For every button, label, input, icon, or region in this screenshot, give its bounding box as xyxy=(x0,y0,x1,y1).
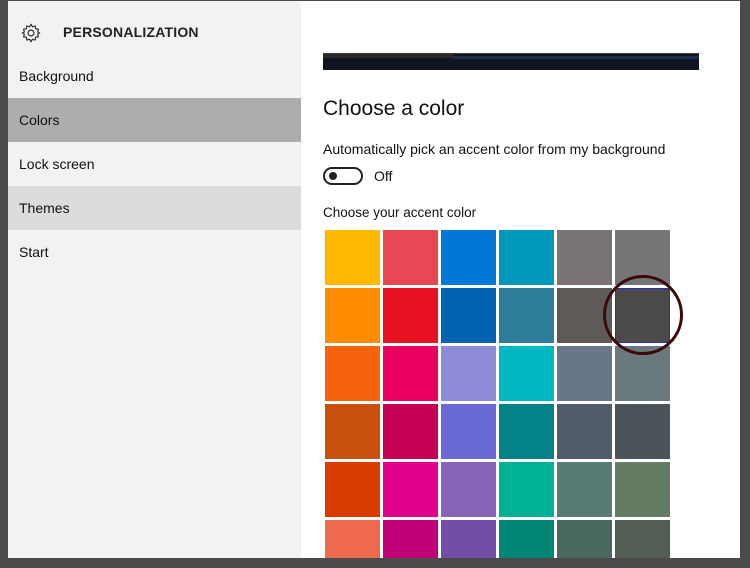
color-swatch[interactable] xyxy=(615,230,670,285)
color-swatch[interactable] xyxy=(441,288,496,343)
color-swatch[interactable] xyxy=(383,288,438,343)
color-swatch[interactable] xyxy=(557,288,612,343)
color-swatch[interactable] xyxy=(499,520,554,558)
color-swatch[interactable] xyxy=(441,462,496,517)
color-swatch[interactable] xyxy=(383,404,438,459)
color-swatch[interactable] xyxy=(383,230,438,285)
color-swatch[interactable] xyxy=(499,288,554,343)
color-swatch[interactable] xyxy=(441,520,496,558)
color-swatch[interactable] xyxy=(441,346,496,401)
color-swatch[interactable] xyxy=(615,288,670,343)
sidebar-item-label: Start xyxy=(19,244,49,260)
sidebar-item-label: Themes xyxy=(19,200,70,216)
color-swatch[interactable] xyxy=(499,462,554,517)
auto-pick-label: Automatically pick an accent color from … xyxy=(323,141,666,157)
sidebar-item-colors[interactable]: Colors xyxy=(8,98,301,142)
color-swatch[interactable] xyxy=(615,404,670,459)
color-swatch[interactable] xyxy=(441,230,496,285)
color-swatch[interactable] xyxy=(325,288,380,343)
color-swatch[interactable] xyxy=(325,404,380,459)
accent-color-label: Choose your accent color xyxy=(323,205,477,220)
background-preview xyxy=(323,53,699,70)
color-swatch[interactable] xyxy=(557,404,612,459)
sidebar-item-lock-screen[interactable]: Lock screen xyxy=(8,142,301,186)
color-swatch[interactable] xyxy=(615,462,670,517)
sidebar-nav: Background Colors Lock screen Themes Sta… xyxy=(8,54,301,274)
main-content: Choose a color Automatically pick an acc… xyxy=(301,1,740,558)
color-swatch[interactable] xyxy=(557,462,612,517)
color-swatch[interactable] xyxy=(615,520,670,558)
page-title: PERSONALIZATION xyxy=(63,24,199,40)
color-swatch[interactable] xyxy=(325,520,380,558)
toggle-state-label: Off xyxy=(374,168,393,184)
color-swatch[interactable] xyxy=(383,462,438,517)
sidebar-item-background[interactable]: Background xyxy=(8,54,301,98)
color-swatch[interactable] xyxy=(615,346,670,401)
color-swatch[interactable] xyxy=(499,346,554,401)
toggle-knob xyxy=(329,172,337,180)
color-swatch[interactable] xyxy=(557,346,612,401)
color-swatch[interactable] xyxy=(557,520,612,558)
sidebar-item-start[interactable]: Start xyxy=(8,230,301,274)
color-swatch[interactable] xyxy=(325,230,380,285)
color-swatch[interactable] xyxy=(325,462,380,517)
accent-color-grid xyxy=(325,230,673,558)
color-swatch[interactable] xyxy=(325,346,380,401)
color-swatch[interactable] xyxy=(499,404,554,459)
gear-icon xyxy=(21,23,41,43)
auto-pick-toggle[interactable] xyxy=(323,167,363,185)
color-swatch[interactable] xyxy=(441,404,496,459)
color-swatch[interactable] xyxy=(383,520,438,558)
color-swatch[interactable] xyxy=(499,230,554,285)
sidebar-item-themes[interactable]: Themes xyxy=(8,186,301,230)
sidebar-item-label: Background xyxy=(19,68,94,84)
sidebar-item-label: Lock screen xyxy=(19,156,95,172)
section-title: Choose a color xyxy=(323,97,465,120)
color-swatch[interactable] xyxy=(383,346,438,401)
color-swatch[interactable] xyxy=(557,230,612,285)
sidebar-item-label: Colors xyxy=(19,112,60,128)
